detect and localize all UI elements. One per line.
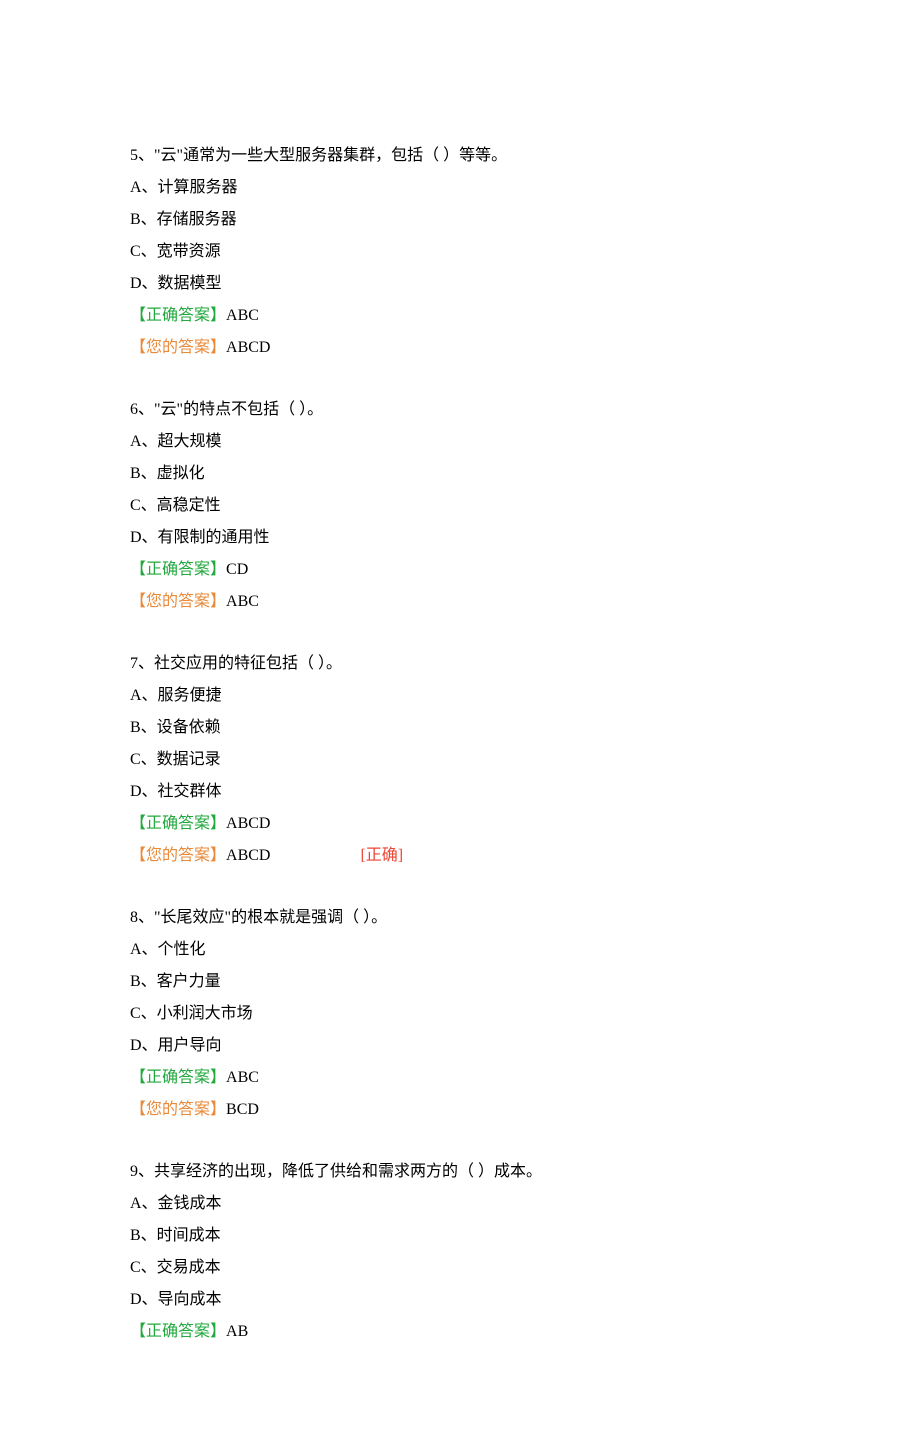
correct-answer-label: 【正确答案】 [130, 815, 226, 832]
correct-answer-line: 【正确答案】ABC [130, 300, 790, 332]
status-correct-badge: [正确] [360, 840, 403, 872]
question-stem: 9、共享经济的出现，降低了供给和需求两方的（ ）成本。 [130, 1156, 790, 1188]
question-option: C、小利润大市场 [130, 998, 790, 1030]
question-option: B、虚拟化 [130, 458, 790, 490]
question-option: C、宽带资源 [130, 236, 790, 268]
correct-answer-line: 【正确答案】CD [130, 554, 790, 586]
question-stem: 7、社交应用的特征包括（ ）。 [130, 648, 790, 680]
correct-answer-label: 【正确答案】 [130, 1069, 226, 1086]
your-answer-label: 【您的答案】 [130, 847, 226, 864]
question-stem: 8、"长尾效应"的根本就是强调（ ）。 [130, 902, 790, 934]
correct-answer-line: 【正确答案】ABC [130, 1062, 790, 1094]
question-option: D、数据模型 [130, 268, 790, 300]
question-block: 8、"长尾效应"的根本就是强调（ ）。A、个性化B、客户力量C、小利润大市场D、… [130, 902, 790, 1126]
correct-answer-value: ABCD [226, 815, 270, 832]
question-option: C、高稳定性 [130, 490, 790, 522]
your-answer-label: 【您的答案】 [130, 339, 226, 356]
question-option: D、有限制的通用性 [130, 522, 790, 554]
your-answer-label: 【您的答案】 [130, 1101, 226, 1118]
correct-answer-value: AB [226, 1323, 248, 1340]
question-option: A、金钱成本 [130, 1188, 790, 1220]
question-option: C、数据记录 [130, 744, 790, 776]
question-option: A、服务便捷 [130, 680, 790, 712]
your-answer-line: 【您的答案】ABC [130, 586, 790, 618]
correct-answer-line: 【正确答案】AB [130, 1316, 790, 1348]
question-block: 9、共享经济的出现，降低了供给和需求两方的（ ）成本。A、金钱成本B、时间成本C… [130, 1156, 790, 1348]
question-option: D、社交群体 [130, 776, 790, 808]
your-answer-value: BCD [226, 1101, 259, 1118]
question-stem: 6、"云"的特点不包括（ ）。 [130, 394, 790, 426]
question-option: A、超大规模 [130, 426, 790, 458]
question-option: B、存储服务器 [130, 204, 790, 236]
question-block: 6、"云"的特点不包括（ ）。A、超大规模B、虚拟化C、高稳定性D、有限制的通用… [130, 394, 790, 618]
correct-answer-value: CD [226, 561, 248, 578]
your-answer-line: 【您的答案】ABCD [130, 332, 790, 364]
correct-answer-value: ABC [226, 1069, 259, 1086]
correct-answer-label: 【正确答案】 [130, 307, 226, 324]
correct-answer-label: 【正确答案】 [130, 561, 226, 578]
your-answer-value: ABC [226, 593, 259, 610]
correct-answer-value: ABC [226, 307, 259, 324]
question-list: 5、"云"通常为一些大型服务器集群，包括（ ）等等。A、计算服务器B、存储服务器… [130, 140, 790, 1348]
correct-answer-label: 【正确答案】 [130, 1323, 226, 1340]
question-option: B、时间成本 [130, 1220, 790, 1252]
question-option: A、个性化 [130, 934, 790, 966]
your-answer-value: ABCD [226, 847, 270, 864]
your-answer-label: 【您的答案】 [130, 593, 226, 610]
correct-answer-line: 【正确答案】ABCD [130, 808, 790, 840]
your-answer-line: 【您的答案】BCD [130, 1094, 790, 1126]
question-stem: 5、"云"通常为一些大型服务器集群，包括（ ）等等。 [130, 140, 790, 172]
question-option: A、计算服务器 [130, 172, 790, 204]
your-answer-value: ABCD [226, 339, 270, 356]
your-answer-line: 【您的答案】ABCD [正确] [130, 840, 790, 872]
question-option: B、客户力量 [130, 966, 790, 998]
question-option: B、设备依赖 [130, 712, 790, 744]
question-block: 5、"云"通常为一些大型服务器集群，包括（ ）等等。A、计算服务器B、存储服务器… [130, 140, 790, 364]
question-option: C、交易成本 [130, 1252, 790, 1284]
question-block: 7、社交应用的特征包括（ ）。A、服务便捷B、设备依赖C、数据记录D、社交群体【… [130, 648, 790, 872]
question-option: D、导向成本 [130, 1284, 790, 1316]
question-option: D、用户导向 [130, 1030, 790, 1062]
